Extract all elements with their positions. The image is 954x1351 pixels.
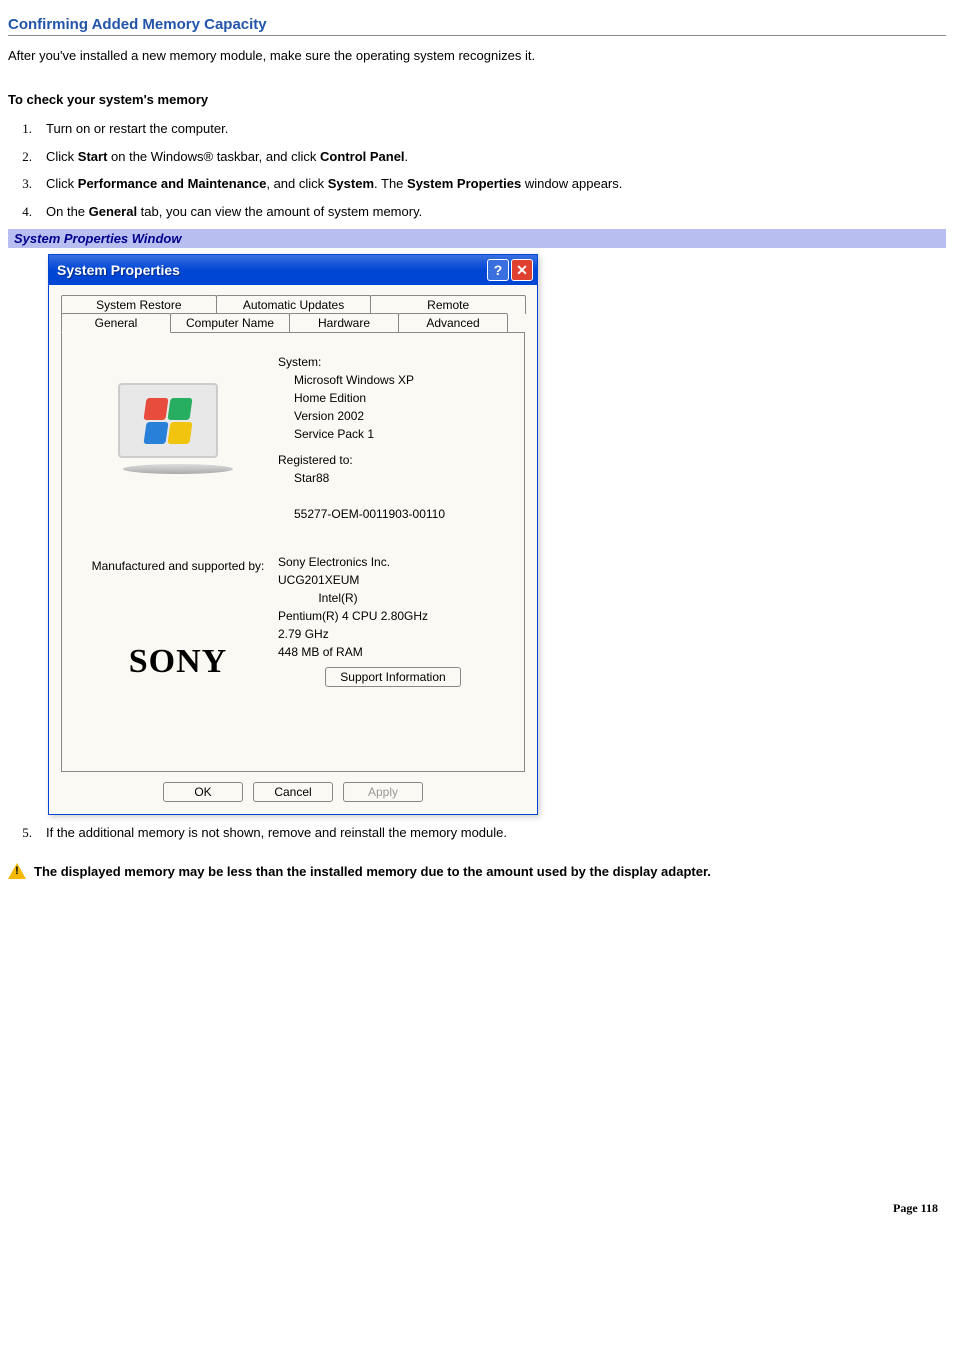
steps-list-continued: 5. If the additional memory is not shown… (8, 823, 946, 843)
tab-system-restore[interactable]: System Restore (61, 295, 217, 314)
apply-button[interactable]: Apply (343, 782, 423, 802)
step-text: Turn on or restart the computer. (46, 119, 946, 139)
mfr-line: Intel(R) (278, 589, 398, 607)
windows-flag-icon (143, 396, 193, 446)
intro-paragraph: After you've installed a new memory modu… (8, 46, 946, 66)
help-icon[interactable]: ? (487, 259, 509, 281)
step-4: 4. On the General tab, you can view the … (8, 202, 946, 222)
cancel-button[interactable]: Cancel (253, 782, 333, 802)
mfr-line: UCG201XEUM (278, 571, 508, 589)
step-5: 5. If the additional memory is not shown… (8, 823, 946, 843)
window-title: System Properties (57, 262, 485, 278)
step-number: 1. (8, 119, 46, 139)
step-number: 3. (8, 174, 46, 194)
warning-text: The displayed memory may be less than th… (34, 863, 711, 881)
figure-caption: System Properties Window (8, 229, 946, 248)
window-titlebar[interactable]: System Properties ? ✕ (49, 255, 537, 285)
warning-note: ! The displayed memory may be less than … (8, 863, 946, 881)
support-information-button[interactable]: Support Information (325, 667, 460, 687)
windows-logo-monitor-icon (118, 383, 238, 493)
system-properties-window: System Properties ? ✕ System Restore Aut… (48, 254, 538, 815)
step-text: On the General tab, you can view the amo… (46, 202, 946, 222)
step-1: 1. Turn on or restart the computer. (8, 119, 946, 139)
system-label: System: (278, 353, 508, 371)
product-id: 55277-OEM-0011903-00110 (278, 505, 508, 523)
system-line: Home Edition (278, 389, 508, 407)
sony-logo: SONY (129, 643, 227, 681)
step-text: Click Performance and Maintenance, and c… (46, 174, 946, 194)
system-line: Microsoft Windows XP (278, 371, 508, 389)
subheading: To check your system's memory (8, 90, 946, 110)
tab-advanced[interactable]: Advanced (398, 313, 508, 332)
close-icon[interactable]: ✕ (511, 259, 533, 281)
mfr-line: 2.79 GHz (278, 625, 508, 643)
system-line: Service Pack 1 (278, 425, 508, 443)
step-number: 2. (8, 147, 46, 167)
mfr-line: Pentium(R) 4 CPU 2.80GHz (278, 607, 508, 625)
steps-list: 1. Turn on or restart the computer. 2. C… (8, 119, 946, 221)
step-2: 2. Click Start on the Windows® taskbar, … (8, 147, 946, 167)
tab-general[interactable]: General (61, 313, 171, 333)
registered-label: Registered to: (278, 451, 508, 469)
mfr-line: 448 MB of RAM (278, 643, 508, 661)
page-title: Confirming Added Memory Capacity (8, 16, 946, 36)
warning-icon: ! (8, 863, 26, 879)
step-number: 4. (8, 202, 46, 222)
page-number: Page 118 (8, 1201, 946, 1216)
tab-panel-general: System: Microsoft Windows XP Home Editio… (61, 332, 525, 772)
ok-button[interactable]: OK (163, 782, 243, 802)
step-3: 3. Click Performance and Maintenance, an… (8, 174, 946, 194)
tab-computer-name[interactable]: Computer Name (170, 313, 290, 332)
mfr-line: Sony Electronics Inc. (278, 553, 508, 571)
step-number: 5. (8, 823, 46, 843)
tab-remote[interactable]: Remote (370, 295, 526, 314)
step-text: Click Start on the Windows® taskbar, and… (46, 147, 946, 167)
step-text: If the additional memory is not shown, r… (46, 823, 946, 843)
manufactured-label: Manufactured and supported by: (92, 559, 265, 573)
registered-line: Star88 (278, 469, 508, 487)
tab-automatic-updates[interactable]: Automatic Updates (216, 295, 372, 314)
tab-hardware[interactable]: Hardware (289, 313, 399, 332)
tab-strip: System Restore Automatic Updates Remote … (61, 295, 525, 772)
system-line: Version 2002 (278, 407, 508, 425)
